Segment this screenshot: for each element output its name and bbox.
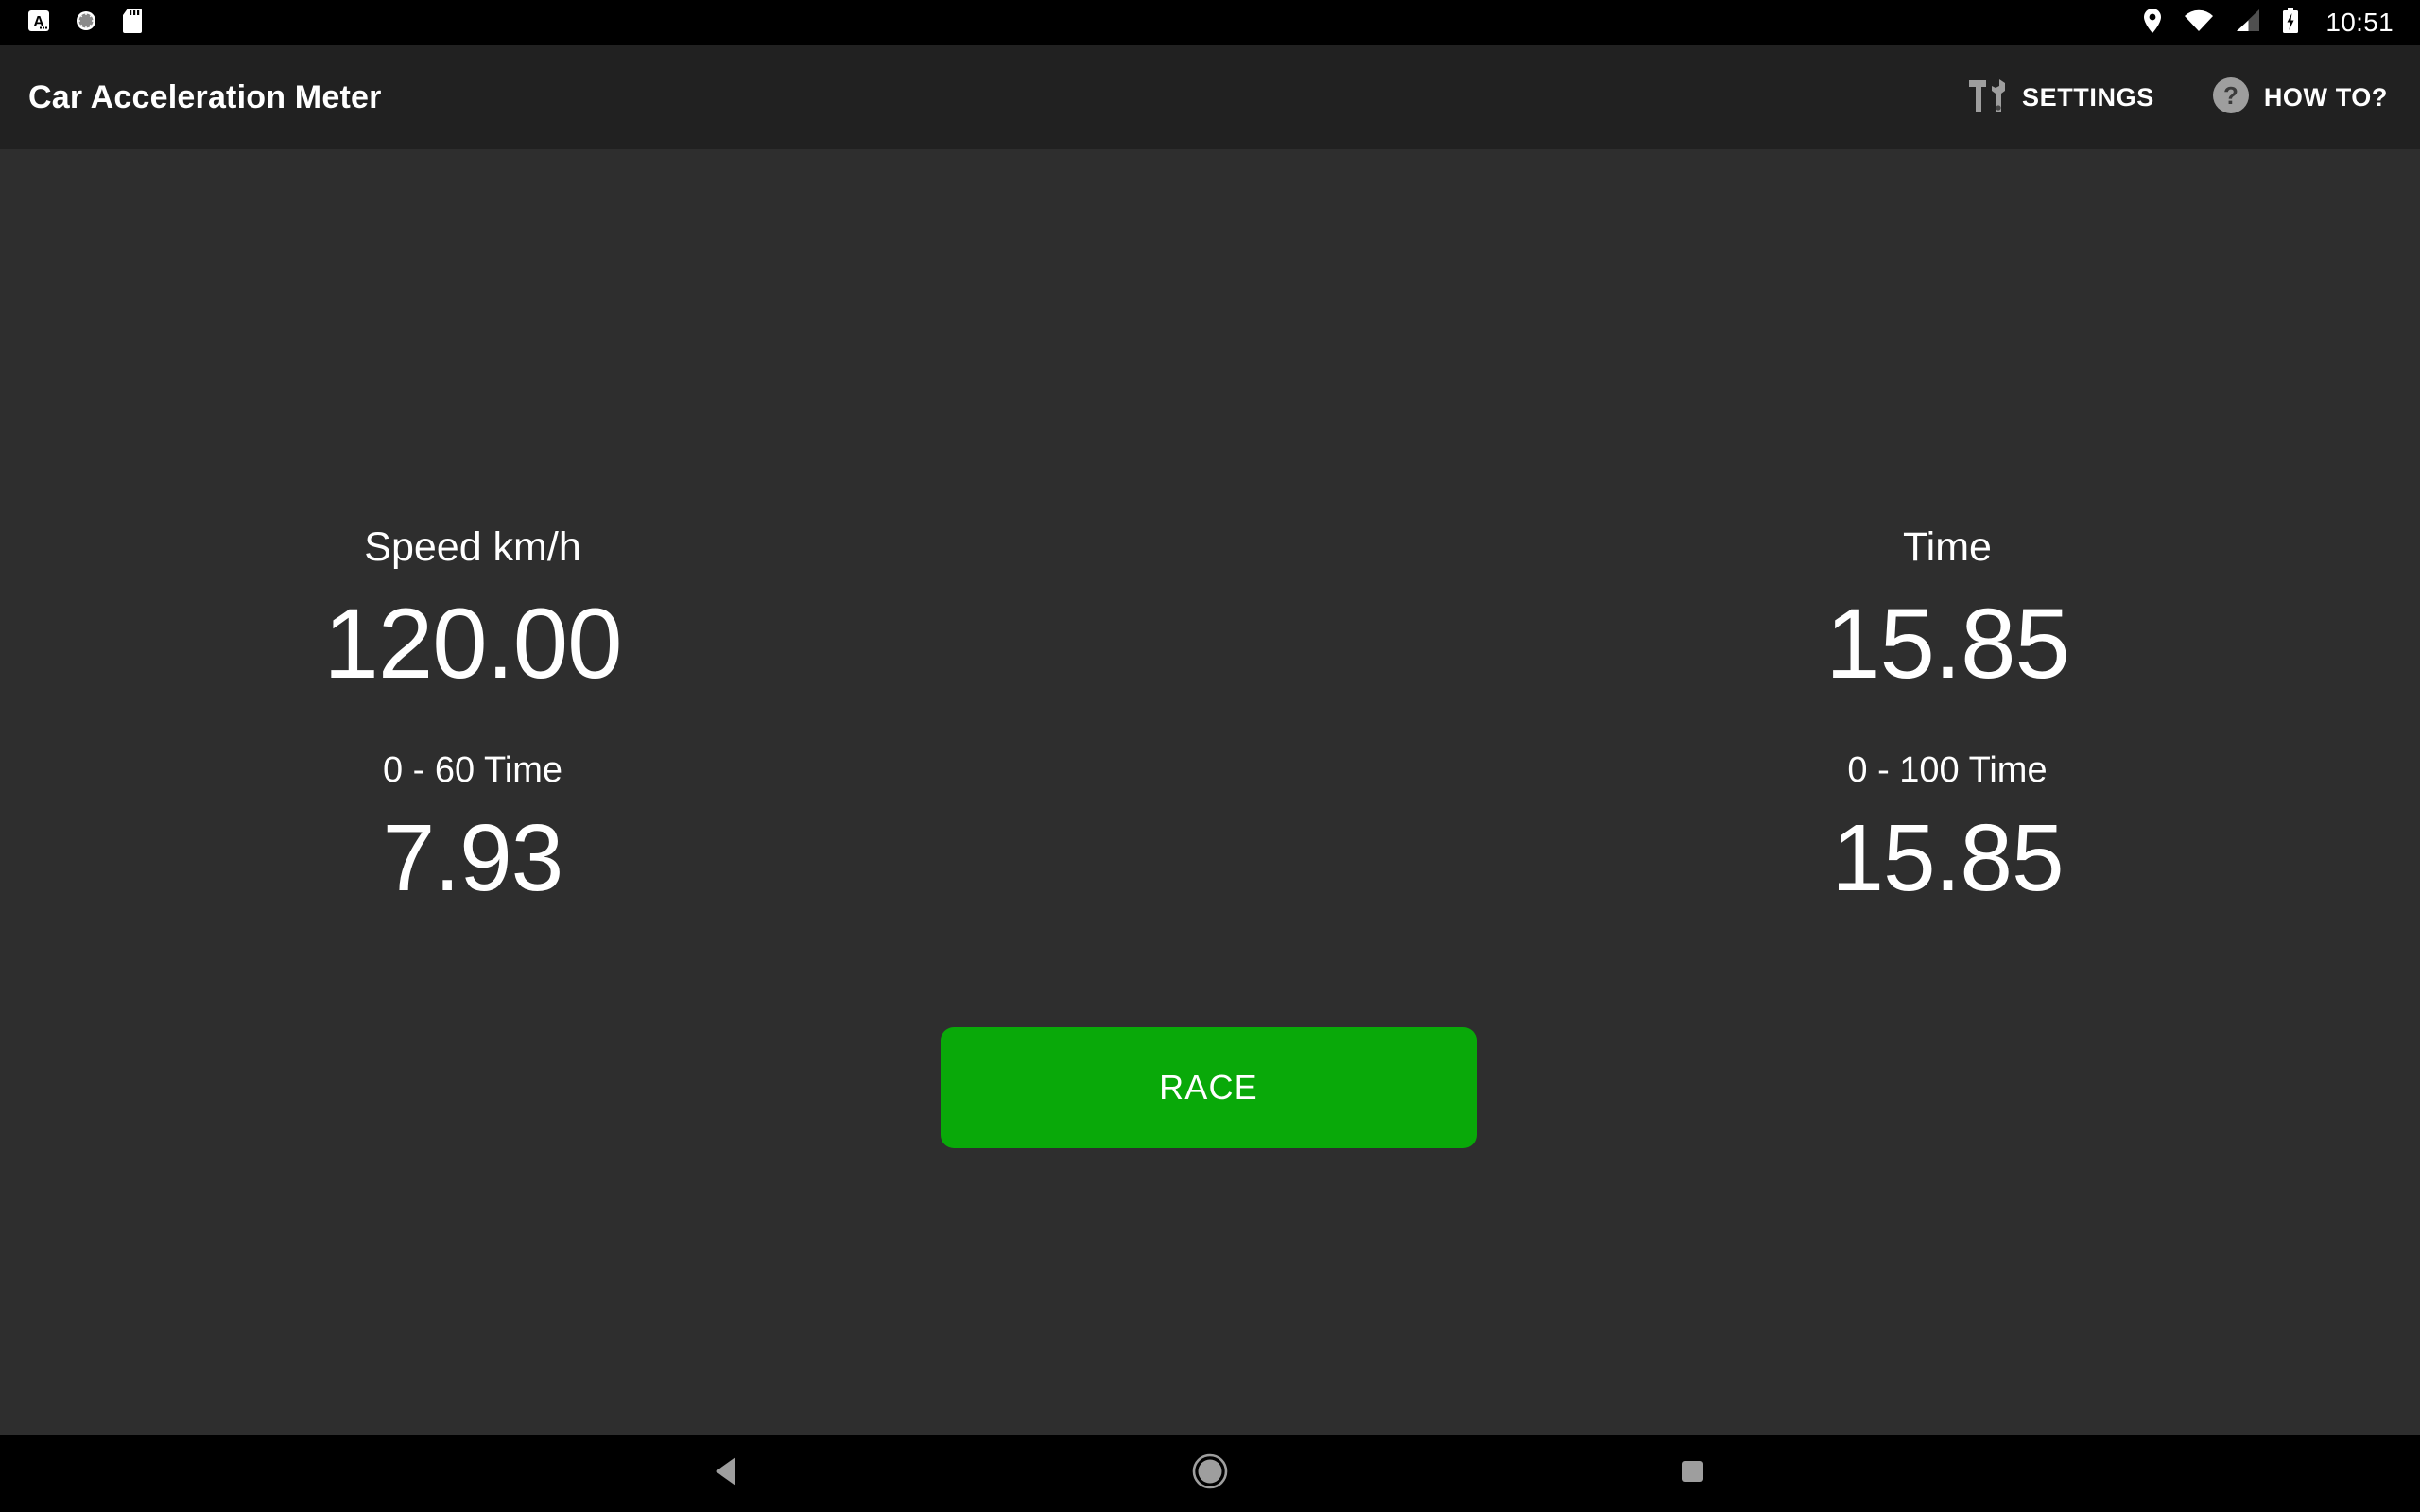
main-content: Speed km/h 120.00 0 - 60 Time 7.93 Time … <box>0 149 2420 1435</box>
zero-sixty-label: 0 - 60 Time <box>382 750 563 790</box>
zero-hundred-label: 0 - 100 Time <box>1847 750 2048 790</box>
race-button[interactable]: RACE <box>941 1027 1477 1148</box>
app-screen: A 10:51 Car Acceleration Meter SETTINGS … <box>0 0 2420 1512</box>
settings-button-label: SETTINGS <box>2021 82 2154 112</box>
action-bar-items: SETTINGS ? HOW TO? <box>1963 68 2392 128</box>
status-bar-left-icons: A <box>26 8 144 39</box>
tools-hammer-wrench-icon <box>1967 76 2009 120</box>
status-bar-clock: 10:51 <box>2325 8 2394 37</box>
sync-spinner-icon <box>74 9 98 38</box>
nav-back-button[interactable] <box>624 1435 832 1512</box>
location-pin-icon <box>2142 8 2163 39</box>
speed-value: 120.00 <box>323 589 622 699</box>
recents-square-icon <box>1677 1456 1707 1491</box>
cellular-signal-icon <box>2235 9 2261 38</box>
zero-hundred-value: 15.85 <box>1831 805 2064 911</box>
zero-hundred-metric: 0 - 100 Time 15.85 <box>1831 750 2064 911</box>
zero-sixty-value: 7.93 <box>382 805 564 911</box>
home-circle-icon <box>1190 1452 1230 1496</box>
settings-button[interactable]: SETTINGS <box>1963 68 2158 128</box>
time-label: Time <box>1903 524 1992 570</box>
svg-text:?: ? <box>2223 81 2238 110</box>
help-question-circle-icon: ? <box>2211 76 2251 120</box>
time-metric: Time 15.85 <box>1825 524 2070 699</box>
how-to-button-label: HOW TO? <box>2263 82 2388 112</box>
action-bar: Car Acceleration Meter SETTINGS ? HOW TO… <box>0 45 2420 149</box>
status-bar: A 10:51 <box>0 0 2420 45</box>
android-navigation-bar <box>0 1435 2420 1512</box>
race-button-label: RACE <box>1159 1068 1258 1107</box>
speed-metric: Speed km/h 120.00 <box>323 524 622 699</box>
app-title: Car Acceleration Meter <box>28 78 382 115</box>
speed-label: Speed km/h <box>364 524 581 570</box>
wifi-icon <box>2184 9 2214 38</box>
back-triangle-icon <box>712 1454 744 1493</box>
status-bar-right-icons: 10:51 <box>2142 7 2394 39</box>
how-to-button[interactable]: ? HOW TO? <box>2207 68 2392 128</box>
sd-card-icon <box>121 8 144 39</box>
a-letter-icon: A <box>26 9 51 38</box>
zero-sixty-metric: 0 - 60 Time 7.93 <box>382 750 564 911</box>
nav-home-button[interactable] <box>1106 1435 1314 1512</box>
left-column: Speed km/h 120.00 0 - 60 Time 7.93 <box>0 524 1210 911</box>
right-column: Time 15.85 0 - 100 Time 15.85 <box>1210 524 2420 911</box>
battery-charging-icon <box>2282 7 2299 39</box>
nav-recents-button[interactable] <box>1588 1435 1796 1512</box>
time-value: 15.85 <box>1825 589 2070 699</box>
readouts-grid: Speed km/h 120.00 0 - 60 Time 7.93 Time … <box>0 524 2420 911</box>
